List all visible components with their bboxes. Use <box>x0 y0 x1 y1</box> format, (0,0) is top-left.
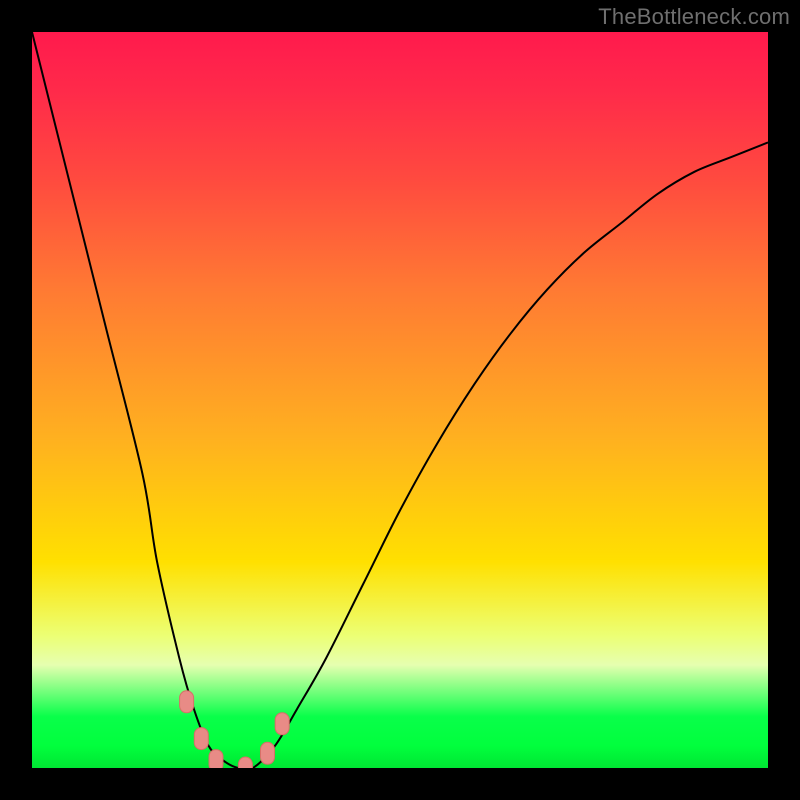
curve-marker <box>209 750 223 768</box>
curve-markers <box>180 691 290 768</box>
watermark-text: TheBottleneck.com <box>598 4 790 30</box>
curve-marker <box>275 713 289 735</box>
bottleneck-curve <box>32 32 768 768</box>
chart-frame: TheBottleneck.com <box>0 0 800 800</box>
curve-marker <box>180 691 194 713</box>
curve-marker <box>194 728 208 750</box>
plot-area <box>32 32 768 768</box>
curve-marker <box>238 757 252 768</box>
curve-layer <box>32 32 768 768</box>
curve-marker <box>261 742 275 764</box>
